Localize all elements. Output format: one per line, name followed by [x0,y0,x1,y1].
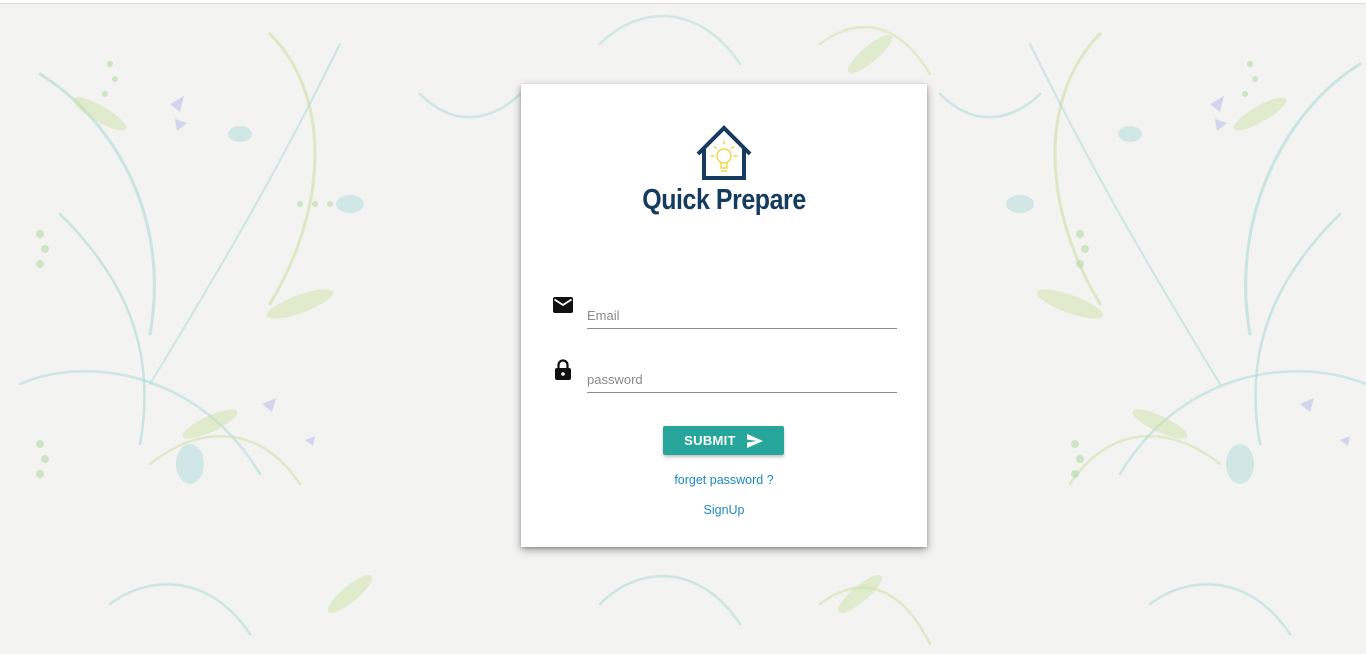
lock-icon [555,359,571,380]
send-icon [746,433,763,448]
submit-button[interactable]: SUBMIT [663,426,784,455]
password-field-group [552,356,897,396]
app-title: Quick Prepare [642,184,806,216]
house-lightbulb-icon [696,125,752,180]
logo: Quick Prepare [521,124,927,217]
email-input[interactable] [587,302,897,329]
login-card: Quick Prepare SUBMIT forget password ? S… [521,84,927,547]
signup-link[interactable]: SignUp [521,503,927,517]
email-field-group [552,292,897,332]
submit-button-label: SUBMIT [684,433,736,448]
envelope-icon [553,297,573,313]
password-input[interactable] [587,366,897,393]
forget-password-link[interactable]: forget password ? [521,473,927,487]
